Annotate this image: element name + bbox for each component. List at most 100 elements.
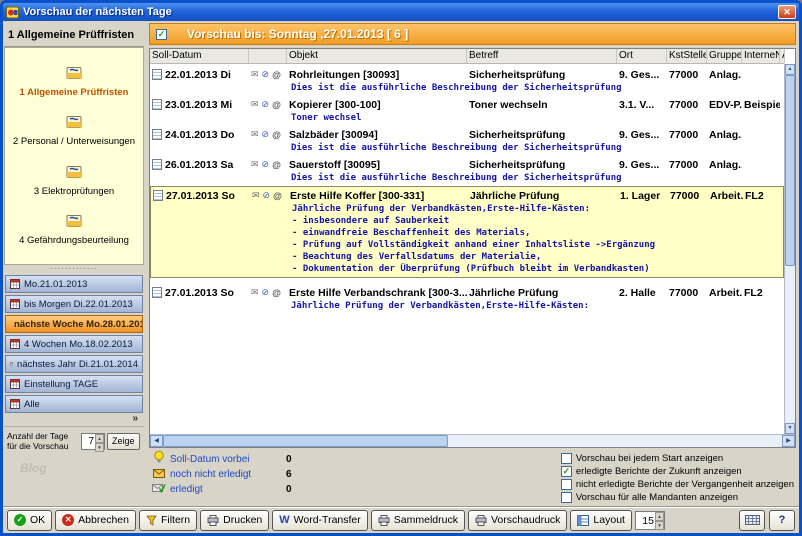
cell-kststelle: 77000 [667, 159, 707, 171]
cell-soll-datum: 24.01.2013 Do [150, 129, 249, 141]
stat-value: 6 [286, 469, 292, 480]
question-icon: ? [779, 514, 786, 526]
checkbox[interactable]: ✓ [561, 479, 572, 490]
row-description: - einwandfreie Beschaffenheit des Materi… [151, 227, 783, 239]
column-ort[interactable]: Ort [617, 49, 667, 63]
column-gruppe[interactable]: Gruppe [707, 49, 742, 63]
spinner-up-icon[interactable]: ▲ [95, 434, 104, 443]
cell-betreff: Sicherheitsprüfung [467, 129, 617, 141]
checkbox[interactable]: ✓ [561, 466, 572, 477]
horizontal-scroll-track[interactable] [163, 435, 782, 447]
filter-button[interactable]: Filtern [139, 510, 197, 531]
range-button-all[interactable]: Alle [5, 395, 143, 413]
cell-kststelle: 77000 [667, 69, 707, 81]
cell-betreff: Toner wechseln [467, 99, 617, 111]
scroll-right-icon[interactable]: ▶ [782, 435, 795, 447]
table-row[interactable]: 26.01.2013 Sa ✉ ⊘ @ Sauerstoff [30095] S… [150, 156, 784, 186]
days-label: Anzahl der Tage für die Vorschau [7, 431, 79, 451]
splitter-handle[interactable]: ············· [4, 265, 144, 275]
expander-chevron-icon[interactable]: » [4, 413, 144, 426]
horizontal-scroll-thumb[interactable] [163, 435, 448, 447]
category-icon [66, 214, 82, 228]
table-row[interactable]: 24.01.2013 Do ✉ ⊘ @ Salzbäder [30094] Si… [150, 126, 784, 156]
column-kststelle[interactable]: KstStelle [667, 49, 707, 63]
table-row[interactable]: 23.01.2013 Mi ✉ ⊘ @ Kopierer [300-100] T… [150, 96, 784, 126]
column-betreff[interactable]: Betreff [467, 49, 617, 63]
print-button[interactable]: Drucken [200, 510, 269, 531]
column-a[interactable]: A [780, 49, 785, 63]
range-button-next-week[interactable]: nächste Woche Mo.28.01.2013 [5, 315, 143, 333]
scroll-left-icon[interactable]: ◀ [150, 435, 163, 447]
cancel-button[interactable]: ✕ Abbrechen [55, 510, 136, 531]
sidebar-item-label: 2 Personal / Unterweisungen [8, 136, 140, 147]
sidebar-item-label: 4 Gefährdungsbeurteilung [8, 235, 140, 246]
spinner-down-icon[interactable]: ▼ [95, 443, 104, 452]
cell-gruppe: Arbeit... [708, 190, 743, 202]
cell-ort: 1. Lager [618, 190, 668, 202]
sidebar-item-personal[interactable]: 2 Personal / Unterweisungen [6, 114, 142, 148]
stat-open: noch nicht erledigt 6 [151, 467, 292, 481]
scroll-down-icon[interactable]: ▼ [785, 423, 795, 434]
sidebar-item-elektro[interactable]: 3 Elektroprüfungen [6, 164, 142, 198]
table-row[interactable]: 22.01.2013 Di ✉ ⊘ @ Rohrleitungen [30093… [150, 66, 784, 96]
stat-value: 0 [286, 484, 292, 495]
calendar-icon [10, 339, 20, 349]
column-objekt[interactable]: Objekt [287, 49, 467, 63]
cell-internenr: Beispiel ... [742, 99, 780, 111]
preview-print-button[interactable]: Vorschaudruck [468, 510, 567, 531]
status-circle-icon: ⊘ [262, 159, 270, 170]
sidebar-item-gefaehrdung[interactable]: 4 Gefährdungsbeurteilung [6, 213, 142, 247]
option-show-done-future[interactable]: ✓ erledigte Berichte der Zukunft anzeige… [561, 466, 794, 477]
show-button[interactable]: Zeige [107, 433, 140, 450]
row-icons: ✉ ⊘ @ [249, 159, 287, 170]
range-label: nächstes Jahr Di.21.01.2014 [17, 359, 138, 370]
spinner-down-icon[interactable]: ▼ [655, 521, 664, 530]
scroll-up-icon[interactable]: ▲ [785, 64, 795, 75]
table-row-selected[interactable]: 27.01.2013 So ✉ ⊘ @ Erste Hilfe Koffer [… [150, 186, 784, 278]
close-icon[interactable]: ✕ [778, 5, 796, 19]
sidebar-item-pruffristen[interactable]: 1 Allgemeine Prüffristen [6, 65, 142, 99]
stat-overdue: Soll-Datum vorbei 0 [151, 452, 292, 466]
preview-title: Vorschau bis: Sonntag ,27.01.2013 [ 6 ] [187, 27, 408, 41]
title-bar[interactable]: Vorschau der nächsten Tage ✕ [3, 3, 799, 21]
checkbox[interactable]: ✓ [561, 492, 572, 503]
range-button-today[interactable]: Mo.21.01.2013 [5, 275, 143, 293]
range-button-tomorrow[interactable]: bis Morgen Di.22.01.2013 [5, 295, 143, 313]
batch-print-button[interactable]: Sammeldruck [371, 510, 465, 531]
header-checkbox[interactable]: ✓ [156, 29, 167, 40]
sidebar-header: 1 Allgemeine Prüffristen [4, 23, 144, 47]
row-description: - Beachtung des Verfallsdatums der Mater… [151, 251, 783, 263]
cell-objekt: Erste Hilfe Koffer [300-331] [288, 190, 468, 202]
layout-button[interactable]: Layout [570, 510, 632, 531]
option-show-on-start[interactable]: ✓ Vorschau bei jedem Start anzeigen [561, 453, 794, 464]
table-row[interactable]: 27.01.2013 So ✉ ⊘ @ Erste Hilfe Verbands… [150, 284, 784, 314]
keyboard-button[interactable] [739, 510, 765, 531]
column-internenr[interactable]: InterneNr [742, 49, 780, 63]
checkbox[interactable]: ✓ [561, 453, 572, 464]
row-description: - Prüfung auf Vollständigkeit anhand ein… [151, 239, 783, 251]
vertical-scroll-thumb[interactable] [785, 75, 795, 266]
cell-betreff: Sicherheitsprüfung [467, 69, 617, 81]
option-show-open-past[interactable]: ✓ nicht erledigte Berichte der Vergangen… [561, 479, 794, 490]
option-all-clients[interactable]: ✓ Vorschau für alle Mandanten anzeigen [561, 492, 794, 503]
column-soll-datum[interactable]: Soll-Datum [150, 49, 249, 63]
horizontal-scrollbar[interactable]: ◀ ▶ [150, 434, 795, 447]
spinner-up-icon[interactable]: ▲ [655, 512, 664, 521]
cell-gruppe: Arbeit... [707, 287, 742, 299]
watermark-text: Blog [4, 453, 144, 475]
range-button-next-year[interactable]: nächstes Jahr Di.21.01.2014 [5, 355, 143, 373]
x-circle-icon: ✕ [62, 514, 74, 526]
days-spinner[interactable]: 7 ▲ ▼ [81, 433, 105, 450]
range-button-settings-days[interactable]: Einstellung TAGE [5, 375, 143, 393]
ok-button[interactable]: ✓ OK [7, 510, 52, 531]
vertical-scrollbar[interactable]: ▲ ▼ [784, 64, 795, 434]
cell-gruppe: Anlag... [707, 129, 742, 141]
column-icons[interactable] [249, 49, 287, 63]
results-table: Soll-Datum Objekt Betreff Ort KstStelle … [149, 48, 796, 448]
word-transfer-button[interactable]: W Word-Transfer [272, 510, 368, 531]
range-button-4-weeks[interactable]: 4 Wochen Mo.18.02.2013 [5, 335, 143, 353]
help-button[interactable]: ? [769, 510, 795, 531]
vertical-scroll-track[interactable] [785, 75, 795, 423]
toolbar-spinner[interactable]: 15 ▲ ▼ [635, 511, 665, 530]
sidebar-item-label: 3 Elektroprüfungen [8, 186, 140, 197]
